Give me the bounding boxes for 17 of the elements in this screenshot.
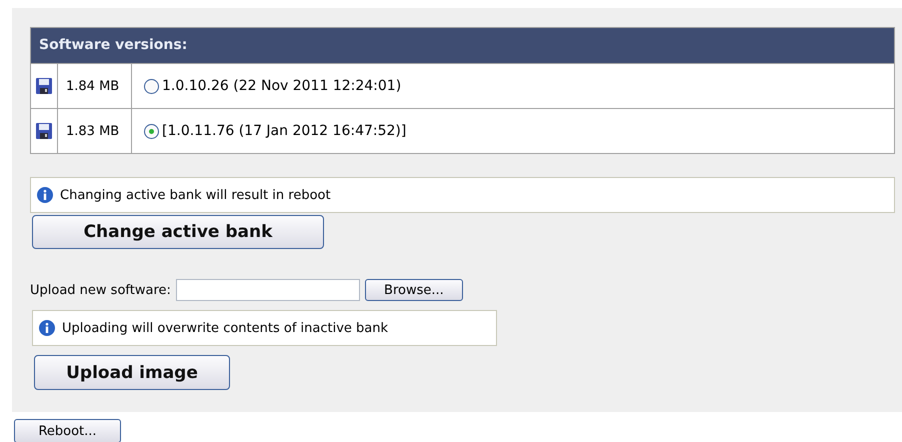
notice-text: Changing active bank will result in reboot <box>60 188 331 202</box>
upload-label: Upload new software: <box>30 282 171 298</box>
table-header: Software versions: <box>31 28 894 63</box>
change-bank-button[interactable]: Change active bank <box>32 215 324 249</box>
file-path-field[interactable] <box>176 279 360 301</box>
version-label: [1.0.11.76 (17 Jan 2012 16:47:52)] <box>162 123 406 139</box>
radio-button[interactable] <box>144 78 159 94</box>
table-cell: 1.83 MB <box>58 109 132 153</box>
radio-button[interactable] <box>144 124 159 138</box>
upload-image-button[interactable]: Upload image <box>34 355 230 390</box>
version-label: 1.0.10.26 (22 Nov 2011 12:24:01) <box>162 78 402 94</box>
browse-button[interactable]: Browse... <box>364 279 463 301</box>
reboot-button[interactable]: Reboot... <box>14 419 121 442</box>
table-cell: 1.84 MB <box>58 64 132 108</box>
info-icon <box>39 320 55 336</box>
info-icon <box>37 187 53 203</box>
notice-text: Uploading will overwrite contents of inactive bank <box>62 320 388 336</box>
